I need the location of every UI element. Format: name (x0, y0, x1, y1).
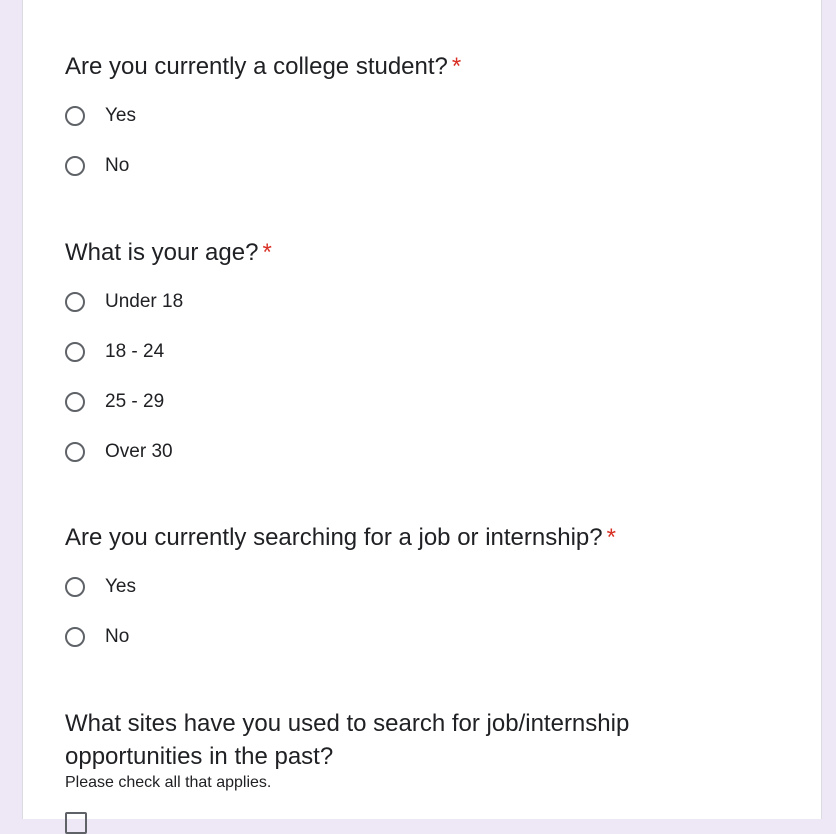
required-asterisk: * (262, 239, 272, 266)
radio-option-over-30[interactable]: Over 30 (65, 427, 765, 477)
radio-option-25-29[interactable]: 25 - 29 (65, 377, 765, 427)
option-label: Over 30 (105, 441, 173, 462)
option-label: No (105, 626, 130, 647)
radio-option-yes[interactable]: Yes (65, 91, 765, 141)
radio-option-under-18[interactable]: Under 18 (65, 277, 765, 327)
radio-button[interactable] (65, 156, 85, 176)
option-label: No (105, 155, 130, 176)
option-label: Under 18 (105, 291, 184, 312)
question-job-search: Are you currently searching for a job or… (65, 521, 765, 662)
radio-option-18-24[interactable]: 18 - 24 (65, 327, 765, 377)
checkbox[interactable] (65, 812, 87, 834)
form-card: Are you currently a college student? * Ye… (22, 0, 822, 834)
question-description: Please check all that applies. (65, 774, 272, 791)
question-title: Are you currently searching for a job or… (65, 524, 616, 551)
radio-button[interactable] (65, 292, 85, 312)
radio-option-no[interactable]: No (65, 612, 765, 662)
option-label: 18 - 24 (105, 341, 165, 362)
option-label: 25 - 29 (105, 391, 165, 412)
option-label: Yes (105, 105, 136, 126)
radio-option-no[interactable]: No (65, 141, 765, 191)
required-asterisk: * (606, 524, 616, 551)
question-title: What sites have you used to search for j… (65, 710, 630, 770)
radio-button[interactable] (65, 392, 85, 412)
question-age: What is your age? * Under 18 18 - 24 25 -… (65, 236, 765, 477)
radio-button[interactable] (65, 342, 85, 362)
question-title: Are you currently a college student? * (65, 53, 462, 80)
radio-option-yes[interactable]: Yes (65, 562, 765, 612)
question-college-student: Are you currently a college student? * Ye… (65, 50, 765, 191)
radio-button[interactable] (65, 442, 85, 462)
option-label: Yes (105, 576, 136, 597)
radio-button[interactable] (65, 577, 85, 597)
radio-button[interactable] (65, 627, 85, 647)
radio-button[interactable] (65, 106, 85, 126)
question-job-sites: What sites have you used to search for j… (65, 707, 685, 792)
required-asterisk: * (451, 53, 462, 80)
question-title: What is your age? * (65, 239, 272, 266)
